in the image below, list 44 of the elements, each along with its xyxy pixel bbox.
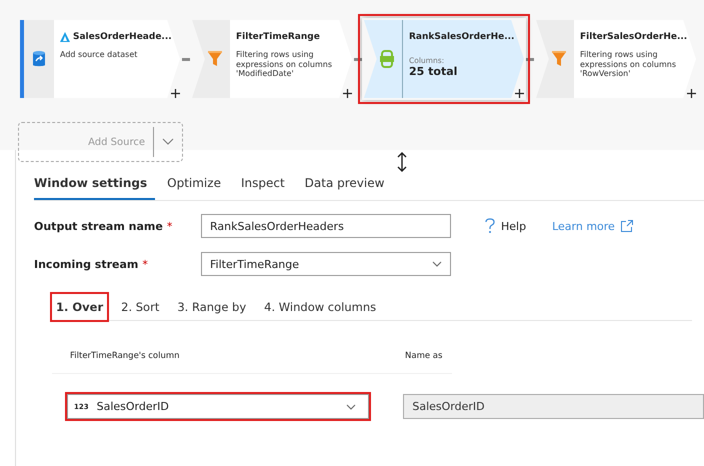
- column-header: Name as: [405, 351, 442, 361]
- add-icon[interactable]: [687, 89, 696, 98]
- database-icon: [32, 50, 46, 68]
- node-title: RankSalesOrderHe...: [409, 32, 514, 42]
- node-description: Filtering rows using expressions on columns 'RowVersion': [580, 50, 677, 79]
- field-label: Incoming stream: [34, 258, 138, 270]
- add-icon[interactable]: [343, 89, 352, 98]
- step-tab[interactable]: 4. Window columns: [260, 294, 380, 320]
- step-tab[interactable]: 3. Range by: [173, 294, 250, 320]
- step-tab[interactable]: 1. Over: [52, 294, 108, 320]
- node-description: Add source dataset: [60, 50, 138, 60]
- tab[interactable]: Optimize: [159, 172, 229, 200]
- columns-count: 25 total: [409, 65, 458, 78]
- pipeline-node[interactable]: FilterTimeRange Filtering rows using expressions on columns 'ModifiedDate': [190, 18, 354, 100]
- help-link[interactable]: Help: [501, 220, 526, 232]
- external-link-icon[interactable]: [620, 220, 633, 232]
- resize-icon[interactable]: [397, 152, 407, 172]
- required-mark: *: [166, 220, 172, 232]
- chevron-down-icon: [162, 138, 174, 146]
- required-mark: *: [142, 258, 148, 270]
- funnel-icon: [552, 51, 566, 67]
- node-title: FilterTimeRange: [236, 32, 320, 42]
- add-icon[interactable]: [171, 89, 180, 98]
- chevron-down-icon: [432, 261, 442, 267]
- chevron-down-icon: [346, 404, 356, 410]
- triangle-logo-icon: [60, 32, 70, 42]
- incoming-stream-dropdown[interactable]: FilterTimeRange: [201, 252, 451, 276]
- node-title: SalesOrderHeade...: [73, 32, 172, 42]
- output-stream-field[interactable]: RankSalesOrderHeaders: [201, 214, 451, 238]
- learn-more-link[interactable]: Learn more: [552, 220, 615, 232]
- funnel-icon: [208, 51, 222, 67]
- tab[interactable]: Window settings: [34, 172, 156, 200]
- step-tab[interactable]: 2. Sort: [117, 294, 164, 320]
- pipeline-node[interactable]: SalesOrderHeade... Add source dataset: [18, 18, 182, 100]
- add-icon[interactable]: [515, 89, 524, 98]
- tab[interactable]: Inspect: [232, 172, 293, 200]
- pipeline-node[interactable]: FilterSalesOrderHe... Filtering rows using expressions on columns 'RowVersion': [534, 18, 698, 100]
- window-icon: [380, 50, 394, 68]
- node-description: Filtering rows using expressions on columns 'ModifiedDate': [236, 50, 333, 79]
- node-title: FilterSalesOrderHe...: [580, 32, 688, 42]
- help-icon[interactable]: [485, 218, 495, 234]
- field-label: Output stream name: [34, 220, 163, 232]
- tab[interactable]: Data preview: [296, 172, 392, 200]
- column-header: FilterTimeRange's column: [69, 351, 181, 361]
